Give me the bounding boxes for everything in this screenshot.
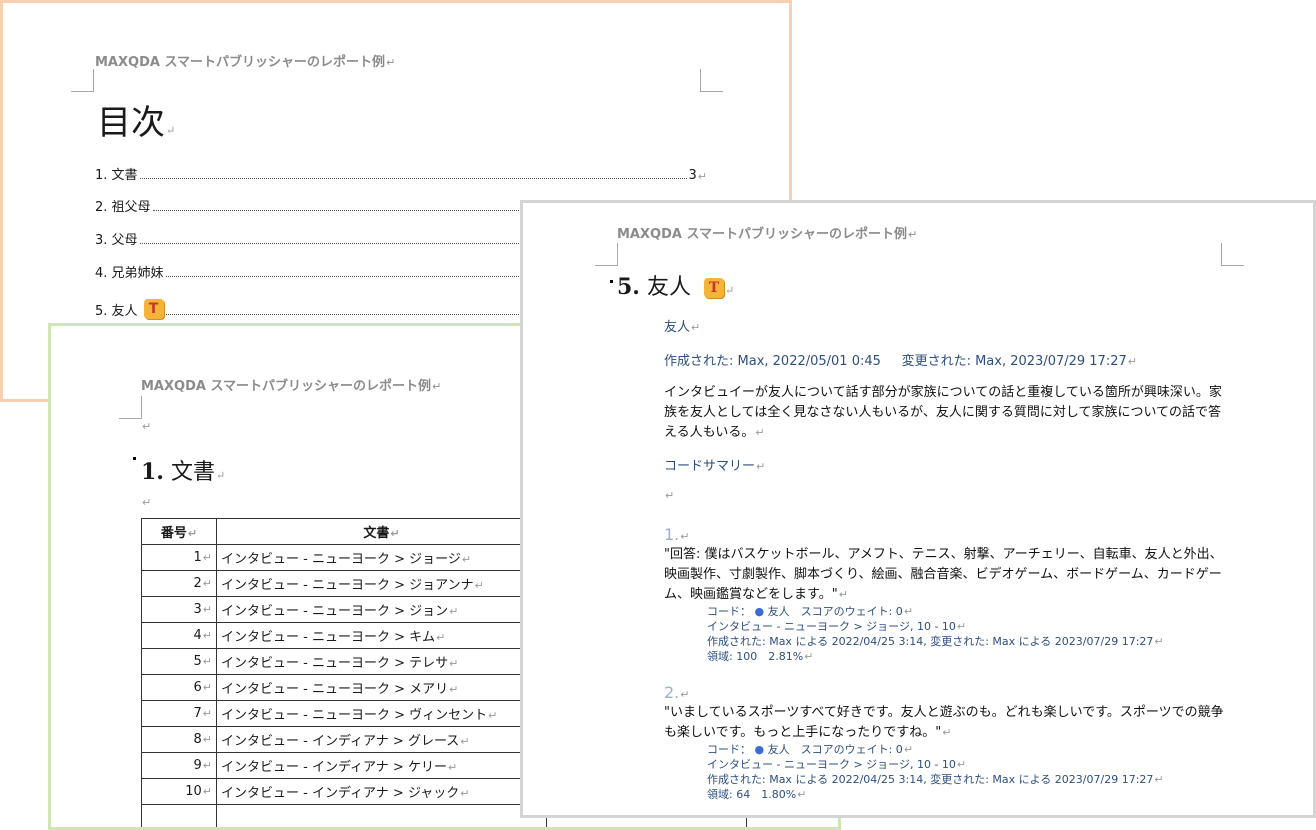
segment-number: 1.↵	[664, 525, 690, 544]
toc-title: 目次↵	[97, 103, 176, 143]
paragraph-mark: ↵	[142, 420, 152, 433]
friends-page: MAXQDA スマートパブリッシャーのレポート例↵ 5. 友人 T ↵ 友人↵ 作…	[520, 200, 1316, 818]
code-color-dot-icon: ●	[754, 743, 765, 756]
code-memo: インタビュイーが友人について話す部分が家族についての話と重複している箇所が興味深…	[664, 385, 1222, 440]
heading-bullet-mark	[610, 280, 613, 283]
code-summary-label: コードサマリー↵	[664, 459, 766, 474]
segment-dates: 作成された: Max による 2022/04/25 3:14, 変更された: M…	[707, 635, 1164, 648]
text-memo-icon: T	[703, 278, 724, 298]
segment-text: "いましているスポーツすべて好きです。友人と遊ぶのも。どれも楽しいです。スポーツ…	[664, 705, 1224, 740]
margin-corner-left	[119, 396, 142, 419]
section-heading-documents: 1. 文書↵	[141, 459, 226, 485]
paragraph-mark: ↵	[142, 496, 152, 509]
segment-text: "回答: 僕はバスケットボール、アメフト、テニス、射撃、アーチェリー、自転車、友…	[664, 547, 1223, 602]
text-memo-icon: T	[143, 299, 164, 319]
segment-number: 2.↵	[664, 683, 690, 702]
section-heading-friends: 5. 友人 T ↵	[617, 274, 735, 300]
code-color-dot-icon: ●	[754, 605, 765, 618]
margin-corner-right	[1221, 243, 1244, 266]
column-header-document: 文書↵	[216, 518, 547, 545]
code-name: 友人↵	[664, 320, 701, 335]
page-header: MAXQDA スマートパブリッシャーのレポート例↵	[617, 227, 918, 242]
column-header-number: 番号↵	[141, 518, 217, 545]
page-header: MAXQDA スマートパブリッシャーのレポート例↵	[95, 55, 396, 70]
segment-document-ref: インタビュー - ニューヨーク > ジョージ, 10 - 10↵	[707, 620, 967, 633]
code-dates: 作成された: Max, 2022/05/01 0:45 変更された: Max, …	[664, 354, 1137, 369]
segment-document-ref: インタビュー - ニューヨーク > ジョージ, 10 - 10↵	[707, 758, 967, 771]
segment-area: 領域: 100 2.81%↵	[707, 650, 814, 663]
margin-corner-right	[700, 69, 723, 92]
toc-entry-documents[interactable]: 1. 文書 3 ↵	[95, 165, 707, 183]
segment-dates: 作成された: Max による 2022/04/25 3:14, 変更された: M…	[707, 773, 1164, 786]
heading-bullet-mark	[133, 457, 136, 460]
paragraph-mark: ↵	[665, 489, 675, 502]
margin-corner-left	[71, 69, 94, 92]
segment-area: 領域: 64 1.80%↵	[707, 788, 807, 801]
page-header: MAXQDA スマートパブリッシャーのレポート例↵	[141, 379, 442, 394]
segment-code-line: コード： ● 友人 スコアのウェイト: 0↵	[707, 605, 914, 618]
segment-code-line: コード： ● 友人 スコアのウェイト: 0↵	[707, 743, 914, 756]
margin-corner-left	[595, 243, 618, 266]
